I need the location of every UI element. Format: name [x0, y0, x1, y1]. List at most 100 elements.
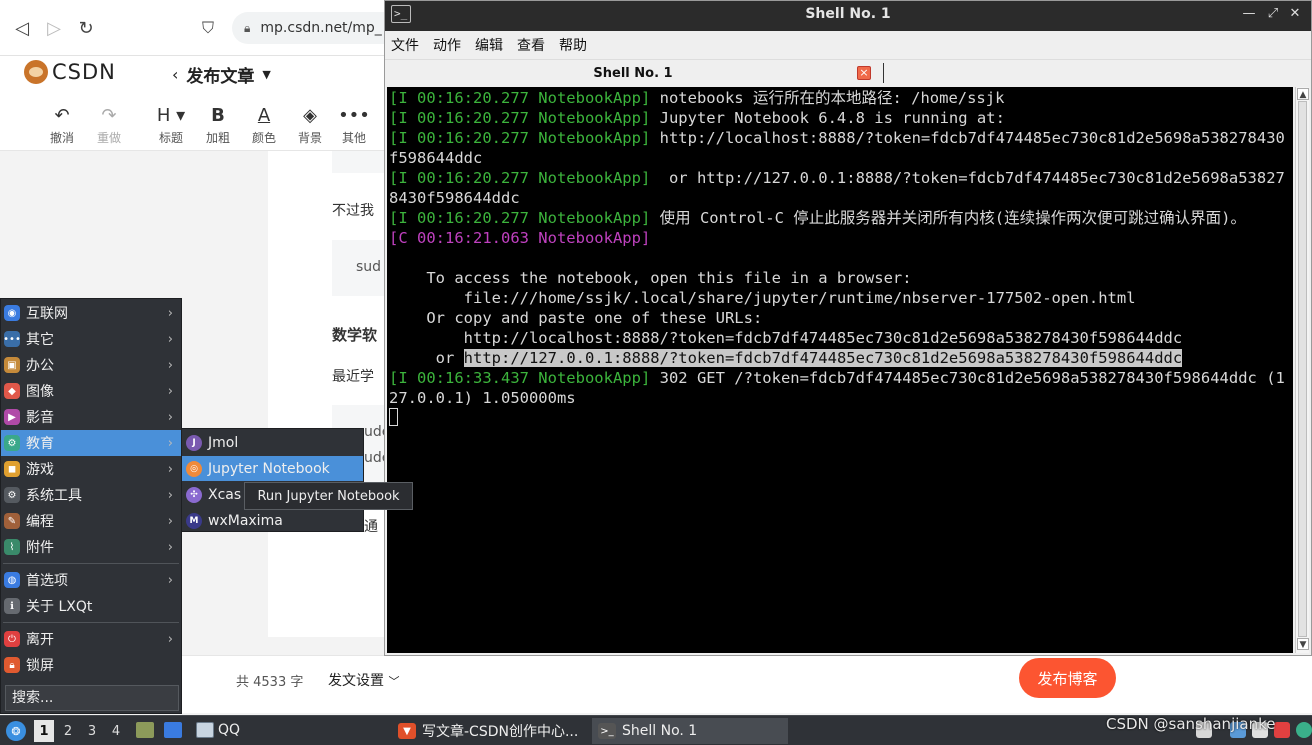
chevron-right-icon: › — [167, 513, 173, 529]
menu-item-internet[interactable]: ◉ 互联网 › — [1, 300, 181, 326]
workspace-1[interactable]: 1 — [34, 720, 54, 742]
scrollbar-thumb[interactable] — [1298, 101, 1307, 637]
terminal-line: file:///home/ssjk/.local/share/jupyter/r… — [389, 288, 1289, 308]
csdn-logo[interactable]: CSDN — [24, 60, 116, 84]
log-tag: [I 00:16:20.277 NotebookApp] — [389, 89, 651, 107]
toolbar-more-button[interactable]: ••• 其他 — [334, 104, 374, 146]
terminal-window[interactable]: >_ Shell No. 1 — ⤢ ✕ 文件 动作 编辑 查看 帮助 Shell No… — [384, 0, 1312, 656]
menu-item-office[interactable]: ▣ 办公 › — [1, 352, 181, 378]
tab-close-icon[interactable]: × — [857, 66, 871, 80]
maximize-icon[interactable]: ⤢ — [1265, 6, 1281, 22]
menu-item-label: 锁屏 — [26, 658, 54, 674]
menu-separator — [3, 563, 179, 564]
qq-window-icon[interactable] — [196, 722, 214, 738]
menu-item-leave[interactable]: ⏻ 离开 › — [1, 626, 181, 652]
chevron-right-icon: › — [167, 357, 173, 373]
close-icon[interactable]: ✕ — [1287, 6, 1303, 22]
menu-item-about[interactable]: ℹ 关于 LXQt — [1, 593, 181, 619]
menu-item-label: 游戏 — [26, 462, 54, 478]
brave-browser-icon: ▼ — [398, 723, 416, 739]
show-desktop-icon[interactable] — [164, 722, 182, 738]
menu-item-games[interactable]: ◼ 游戏 › — [1, 456, 181, 482]
about-icon: ℹ — [4, 598, 20, 614]
workspace-2[interactable]: 2 — [58, 720, 78, 742]
chevron-right-icon: › — [167, 305, 173, 321]
menu-item[interactable]: 帮助 — [559, 35, 587, 55]
terminal-titlebar[interactable]: >_ Shell No. 1 — ⤢ ✕ — [385, 1, 1311, 31]
start-menu-icon[interactable]: ❂ — [6, 721, 26, 741]
scroll-down-icon[interactable]: ▼ — [1297, 638, 1309, 650]
menu-item[interactable]: 编辑 — [475, 35, 503, 55]
menu-item-accessories[interactable]: ⌇ 附件 › — [1, 534, 181, 560]
submenu-item-jupyter-notebook[interactable]: ◎ Jupyter Notebook — [182, 456, 363, 481]
workspace-3[interactable]: 3 — [82, 720, 102, 742]
terminal-line: [I 00:16:20.277 NotebookApp] Jupyter Not… — [389, 108, 1289, 128]
menu-item-graphics[interactable]: ◆ 图像 › — [1, 378, 181, 404]
paint-bucket-icon: ◈ — [303, 105, 317, 126]
other-icon: ••• — [3, 331, 21, 347]
workspace-4[interactable]: 4 — [106, 720, 126, 742]
submenu-item-wxmaxima[interactable]: MwxMaxima — [182, 508, 363, 533]
preferences-icon: ◍ — [4, 572, 20, 588]
qq-label[interactable]: QQ — [218, 722, 240, 738]
toolbar-label: 撤消 — [49, 131, 74, 145]
menu-item-label: 离开 — [26, 632, 54, 648]
tab-shell-1[interactable]: Shell No. 1 — [385, 60, 881, 86]
browser-task[interactable]: ▼ 写文章-CSDN创作中心... — [392, 718, 588, 744]
terminal-line: [I 00:16:20.277 NotebookApp] or http://1… — [389, 168, 1289, 208]
menu-item-system-tools[interactable]: ⚙ 系统工具 › — [1, 482, 181, 508]
terminal-scrollbar[interactable]: ▲ ▼ — [1295, 87, 1309, 653]
terminal-line: [I 00:16:20.277 NotebookApp] 使用 Control-… — [389, 208, 1289, 228]
menu-item-education[interactable]: ⚙ 教育 › — [1, 430, 181, 456]
submenu-item-jmol[interactable]: J Jmol — [182, 430, 363, 455]
menu-item-development[interactable]: ✎ 编程 › — [1, 508, 181, 534]
log-tag: [I 00:16:20.277 NotebookApp] — [389, 169, 651, 187]
toolbar-font-color-button[interactable]: A 颜色 — [244, 104, 284, 146]
post-settings-dropdown[interactable]: 发文设置 ﹀ — [328, 670, 399, 690]
minimize-icon[interactable]: — — [1241, 6, 1257, 22]
menu-item-preferences[interactable]: ◍ 首选项 › — [1, 567, 181, 593]
file-manager-icon[interactable] — [136, 722, 154, 738]
terminal-line: To access the notebook, open this file i… — [389, 268, 1289, 288]
text-cursor — [389, 408, 398, 426]
back-chevron-icon[interactable]: ‹ — [172, 65, 178, 84]
reload-icon[interactable]: ↻ — [74, 16, 98, 40]
csdn-mascot-icon — [24, 60, 48, 84]
scroll-up-icon[interactable]: ▲ — [1297, 88, 1309, 100]
task-label: 写文章-CSDN创作中心... — [422, 724, 579, 740]
toolbar-paint-bucket-button[interactable]: ◈ 背景 — [290, 104, 330, 146]
menu-search-input[interactable]: 搜索... — [5, 685, 179, 711]
menu-item[interactable]: 文件 — [391, 35, 419, 55]
update-icon[interactable] — [1296, 722, 1312, 738]
csdn-logo-text: CSDN — [52, 60, 116, 84]
bookmark-icon[interactable]: ⛉ — [196, 16, 220, 40]
editor-document[interactable] — [268, 151, 386, 637]
code-block — [332, 151, 386, 173]
forward-icon[interactable]: ▷ — [42, 16, 66, 40]
toolbar-redo-button[interactable]: ↷ 重做 — [89, 104, 129, 146]
menu-item[interactable]: 动作 — [433, 35, 461, 55]
url-text: mp.csdn.net/mp_ — [260, 20, 382, 36]
terminal-line-selected: or http://127.0.0.1:8888/?token=fdcb7df4… — [389, 348, 1289, 368]
toolbar-bold-button[interactable]: B 加粗 — [198, 104, 238, 146]
toolbar-heading-button[interactable]: H ▾ 标题 — [151, 104, 191, 146]
selected-url[interactable]: http://127.0.0.1:8888/?token=fdcb7df4744… — [463, 349, 1183, 367]
log-text: notebooks 运行所在的本地路径: /home/ssjk — [650, 89, 1005, 107]
menu-item[interactable]: 查看 — [517, 35, 545, 55]
education-submenu: J Jmol ◎ Jupyter Notebook ✣ Xcas MwxMaxima — [181, 428, 364, 532]
chevron-right-icon: › — [167, 383, 173, 399]
terminal-output[interactable]: [I 00:16:20.277 NotebookApp] notebooks 运… — [387, 87, 1293, 653]
chevron-right-icon: › — [167, 572, 173, 588]
page-title[interactable]: ‹ 发布文章 ▼ — [172, 62, 271, 87]
notification-icon[interactable] — [1274, 722, 1290, 738]
menu-item-other[interactable]: ••• 其它 › — [1, 326, 181, 352]
menu-item-multimedia[interactable]: ▶ 影音 › — [1, 404, 181, 430]
editor-footer — [0, 655, 1312, 713]
toolbar-undo-button[interactable]: ↶ 撤消 — [42, 104, 82, 146]
back-icon[interactable]: ◁ — [10, 16, 34, 40]
caret-down-icon[interactable]: ▼ — [262, 68, 270, 81]
publish-button[interactable]: 发布博客 — [1019, 658, 1116, 698]
terminal-task[interactable]: >_ Shell No. 1 — [592, 718, 788, 744]
menu-item-lock-screen[interactable]: 🔒︎ 锁屏 — [1, 652, 181, 678]
